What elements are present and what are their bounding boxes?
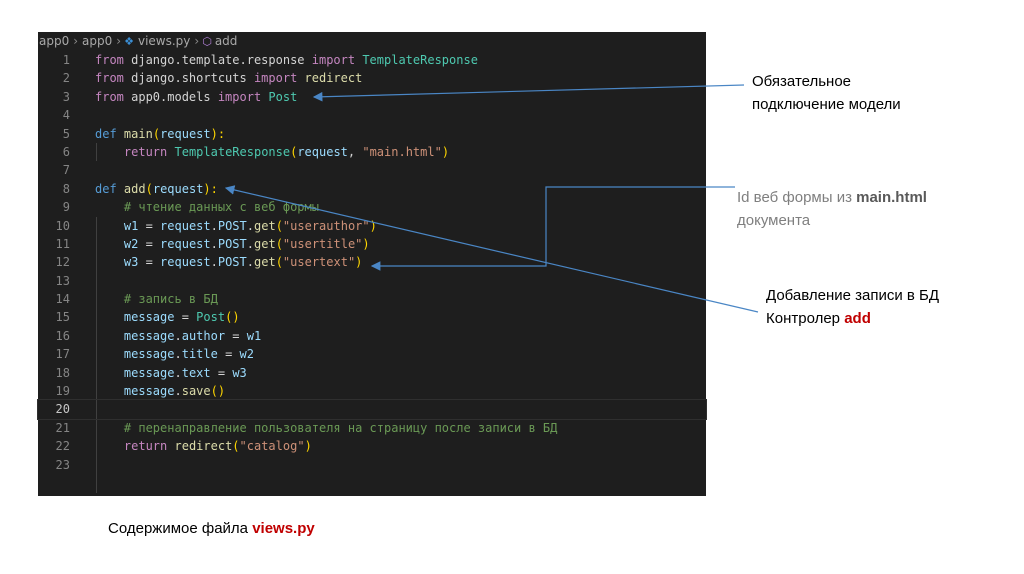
note-line: Id веб формы из main.html: [737, 186, 927, 209]
note-line: Контролер add: [766, 307, 939, 330]
note-controller: Добавление записи в БД Контролер add: [766, 284, 939, 330]
arrow-to-add-def: [224, 185, 759, 313]
note-bold: add: [844, 310, 871, 327]
caption: Содержимое файла views.py: [108, 520, 315, 537]
note-model-import: Обязательное подключение модели: [752, 70, 901, 116]
note-text: Id веб формы из: [737, 189, 857, 206]
caption-text: Содержимое файла: [108, 520, 253, 537]
note-line: документа: [737, 212, 811, 229]
arrow-to-form-ids: [370, 186, 735, 271]
note-text: Контролер: [766, 310, 845, 327]
arrow-to-import-post: [312, 84, 745, 102]
note-form-ids: Id веб формы из main.html документа: [737, 186, 927, 232]
note-line: Обязательное: [752, 73, 852, 90]
caption-filename: views.py: [252, 520, 315, 537]
note-line: Добавление записи в БД: [766, 287, 940, 304]
note-line: подключение модели: [752, 96, 901, 113]
note-bold: main.html: [856, 189, 927, 206]
